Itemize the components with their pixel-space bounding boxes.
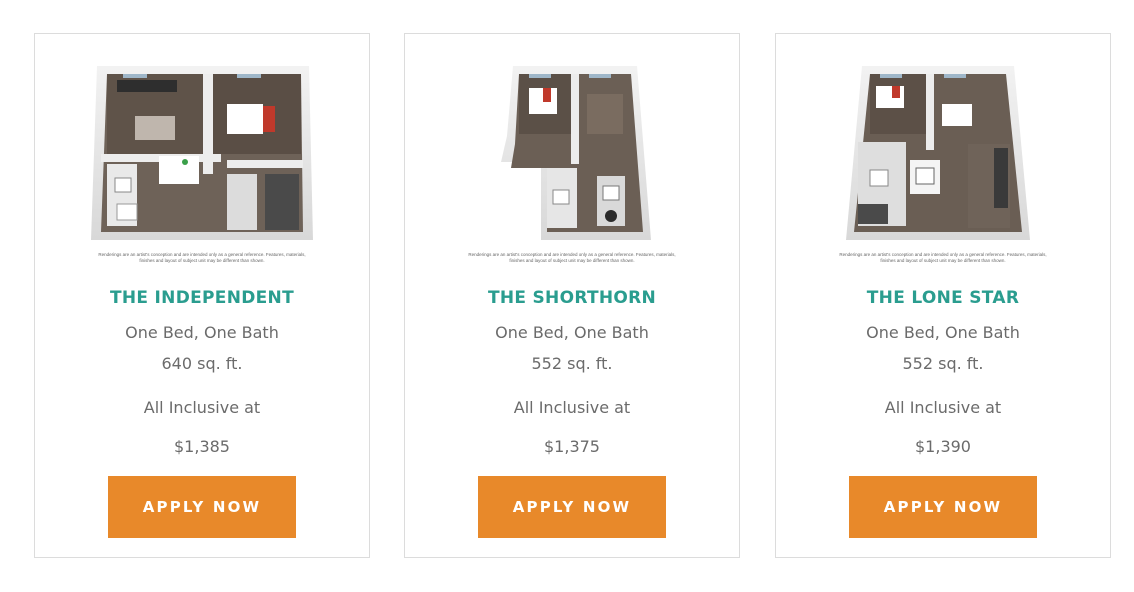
floorplan-card-lone-star: Renderings are an artist's conception an… — [775, 33, 1111, 558]
floorplan-inclusive-label: All Inclusive at — [884, 398, 1002, 417]
floorplan-sqft: 640 sq. ft. — [161, 354, 243, 373]
apply-now-button[interactable]: APPLY NOW — [849, 476, 1037, 538]
floorplan-sqft: 552 sq. ft. — [902, 354, 984, 373]
floorplan-price: $1,385 — [174, 437, 230, 456]
floorplan-image — [501, 66, 651, 240]
disclaimer-text: Renderings are an artist's conception an… — [839, 252, 1047, 263]
floorplan-card-shorthorn: Renderings are an artist's conception an… — [404, 33, 740, 558]
apply-now-button[interactable]: APPLY NOW — [478, 476, 666, 538]
disclaimer-text: Renderings are an artist's conception an… — [98, 252, 306, 263]
floorplan-price: $1,390 — [915, 437, 971, 456]
floorplan-beds: One Bed, One Bath — [866, 323, 1020, 342]
floorplan-beds: One Bed, One Bath — [495, 323, 649, 342]
floorplan-title: THE INDEPENDENT — [110, 288, 294, 308]
floorplan-title: THE LONE STAR — [866, 288, 1020, 308]
floorplan-inclusive-label: All Inclusive at — [143, 398, 261, 417]
floorplan-sqft: 552 sq. ft. — [531, 354, 613, 373]
floorplan-title: THE SHORTHORN — [487, 288, 657, 308]
disclaimer-text: Renderings are an artist's conception an… — [468, 252, 676, 263]
floorplan-cards: Renderings are an artist's conception an… — [34, 33, 1114, 560]
floorplan-image — [91, 66, 313, 240]
apply-now-button[interactable]: APPLY NOW — [108, 476, 296, 538]
floorplan-inclusive-label: All Inclusive at — [513, 398, 631, 417]
floorplan-card-independent: Renderings are an artist's conception an… — [34, 33, 370, 558]
floorplan-beds: One Bed, One Bath — [125, 323, 279, 342]
floorplan-price: $1,375 — [544, 437, 600, 456]
floorplan-image — [846, 66, 1030, 240]
